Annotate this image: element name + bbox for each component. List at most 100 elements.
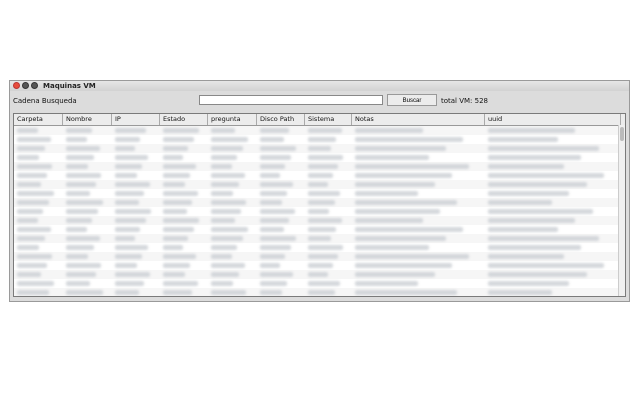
table-cell-redacted (308, 191, 340, 196)
window-title: Maquinas VM (43, 82, 96, 90)
table-cell-redacted (488, 173, 604, 178)
table-cell-redacted (211, 173, 245, 178)
table-cell-redacted (260, 290, 282, 295)
table-cell-redacted (163, 155, 183, 160)
table-cell-redacted (211, 281, 233, 286)
minimize-icon[interactable] (22, 82, 29, 89)
table-header: Carpeta Nombre IP Estado pregunta Disco … (14, 114, 625, 126)
table-cell-redacted (17, 245, 39, 250)
table-cell-redacted (17, 236, 45, 241)
table-cell-redacted (260, 191, 287, 196)
vm-table[interactable]: Carpeta Nombre IP Estado pregunta Disco … (13, 113, 626, 297)
table-cell-redacted (163, 137, 194, 142)
table-cell-redacted (211, 272, 239, 277)
column-header-disco-path[interactable]: Disco Path (257, 114, 305, 125)
table-cell-redacted (66, 272, 96, 277)
column-header-notas[interactable]: Notas (352, 114, 485, 125)
table-row[interactable] (14, 288, 625, 296)
table-cell-redacted (355, 155, 429, 160)
table-cell-redacted (308, 281, 340, 286)
table-cell-redacted (488, 155, 581, 160)
table-cell-redacted (211, 155, 237, 160)
table-cell-redacted (66, 146, 100, 151)
table-cell-redacted (488, 263, 604, 268)
column-header-carpeta[interactable]: Carpeta (14, 114, 63, 125)
table-cell-redacted (163, 227, 194, 232)
column-header-nombre[interactable]: Nombre (63, 114, 112, 125)
table-cell-redacted (211, 182, 239, 187)
title-bar[interactable]: Maquinas VM (10, 81, 629, 91)
table-cell-redacted (355, 191, 418, 196)
table-row[interactable] (14, 135, 625, 144)
column-header-estado[interactable]: Estado (160, 114, 208, 125)
table-cell-redacted (115, 191, 144, 196)
table-cell-redacted (355, 182, 435, 187)
table-row[interactable] (14, 153, 625, 162)
table-cell-redacted (260, 200, 282, 205)
table-cell-redacted (488, 191, 569, 196)
table-row[interactable] (14, 171, 625, 180)
table-cell-redacted (17, 164, 52, 169)
table-row[interactable] (14, 144, 625, 153)
column-header-ip[interactable]: IP (112, 114, 160, 125)
table-row[interactable] (14, 189, 625, 198)
table-cell-redacted (355, 164, 469, 169)
table-cell-redacted (163, 290, 192, 295)
table-cell-redacted (17, 209, 43, 214)
table-cell-redacted (211, 200, 246, 205)
table-cell-redacted (488, 272, 587, 277)
table-cell-redacted (260, 272, 293, 277)
table-cell-redacted (488, 146, 599, 151)
table-row[interactable] (14, 252, 625, 261)
table-row[interactable] (14, 270, 625, 279)
table-cell-redacted (115, 281, 144, 286)
table-row[interactable] (14, 243, 625, 252)
table-cell-redacted (488, 200, 552, 205)
column-header-pregunta[interactable]: pregunta (208, 114, 257, 125)
table-row[interactable] (14, 126, 625, 135)
search-input[interactable] (199, 95, 383, 105)
column-header-uuid[interactable]: uuid (485, 114, 621, 125)
table-row[interactable] (14, 180, 625, 189)
maximize-icon[interactable] (31, 82, 38, 89)
table-row[interactable] (14, 261, 625, 270)
table-cell-redacted (115, 128, 146, 133)
table-row[interactable] (14, 234, 625, 243)
table-cell-redacted (115, 263, 137, 268)
table-row[interactable] (14, 207, 625, 216)
table-cell-redacted (115, 236, 135, 241)
table-cell-redacted (17, 263, 47, 268)
table-cell-redacted (17, 146, 45, 151)
table-cell-redacted (488, 137, 558, 142)
table-cell-redacted (163, 128, 199, 133)
table-cell-redacted (115, 254, 142, 259)
table-cell-redacted (163, 236, 188, 241)
table-cell-redacted (488, 218, 575, 223)
search-button[interactable]: Buscar (387, 94, 437, 106)
close-icon[interactable] (13, 82, 20, 89)
table-cell-redacted (66, 137, 87, 142)
table-row[interactable] (14, 216, 625, 225)
table-cell-redacted (308, 245, 343, 250)
table-row[interactable] (14, 198, 625, 207)
table-cell-redacted (17, 191, 54, 196)
table-row[interactable] (14, 162, 625, 171)
table-cell-redacted (488, 227, 558, 232)
table-cell-redacted (308, 209, 329, 214)
table-cell-redacted (17, 227, 51, 232)
table-cell-redacted (163, 173, 190, 178)
table-cell-redacted (66, 263, 101, 268)
vertical-scrollbar[interactable] (618, 125, 625, 296)
scrollbar-thumb[interactable] (620, 127, 624, 141)
table-cell-redacted (308, 227, 336, 232)
table-row[interactable] (14, 225, 625, 234)
table-cell-redacted (260, 236, 296, 241)
table-cell-redacted (66, 218, 92, 223)
table-cell-redacted (355, 128, 423, 133)
table-cell-redacted (260, 155, 291, 160)
column-header-sistema[interactable]: Sistema (305, 114, 352, 125)
table-cell-redacted (115, 146, 135, 151)
table-cell-redacted (488, 245, 581, 250)
table-cell-redacted (66, 128, 92, 133)
table-row[interactable] (14, 279, 625, 288)
